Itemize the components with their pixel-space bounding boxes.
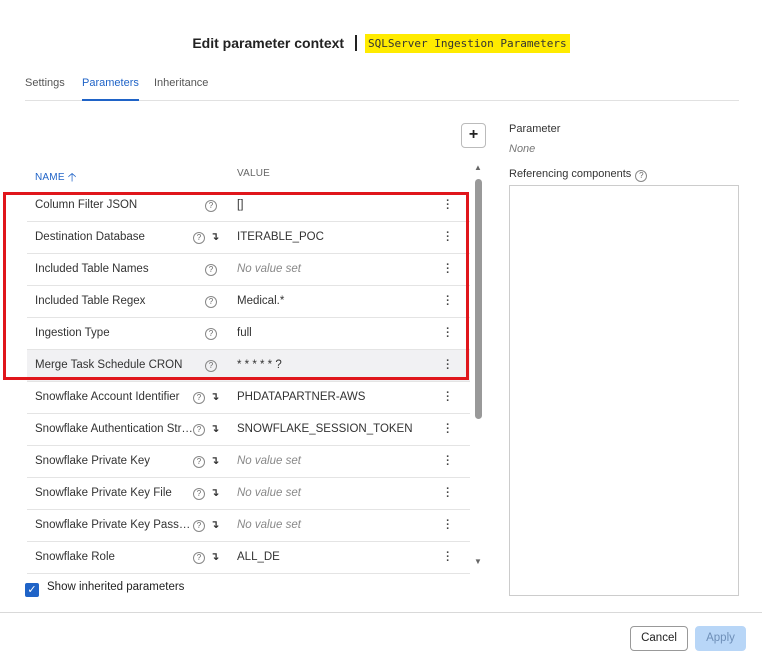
column-header-name-label: NAME	[35, 172, 65, 183]
title-separator	[354, 35, 357, 51]
parameter-value: SNOWFLAKE_SESSION_TOKEN	[237, 423, 413, 435]
inherited-arrow-icon: ↴	[210, 455, 220, 467]
footer-divider	[0, 612, 762, 613]
checkmark-icon: ✓	[25, 583, 39, 597]
tab-settings[interactable]: Settings	[25, 77, 65, 101]
parameter-value: ALL_DE	[237, 551, 280, 563]
dialog-title-row: Edit parameter context SQLServer Ingesti…	[0, 34, 762, 53]
table-row[interactable]: Snowflake Account Identifier? ↴ PHDATAPART…	[27, 382, 470, 414]
show-inherited-checkbox[interactable]: ✓ Show inherited parameters	[25, 581, 184, 597]
parameter-value: No value set	[237, 455, 301, 467]
add-parameter-button[interactable]: +	[461, 123, 486, 148]
more-options-icon[interactable]: · · ·	[446, 484, 450, 503]
more-options-icon[interactable]: · · ·	[446, 420, 450, 439]
table-row[interactable]: Snowflake Private Key File? ↴ No value set…	[27, 478, 470, 510]
table-row[interactable]: Snowflake Authentication Strategy? ↴ SNOWF…	[27, 414, 470, 446]
parameter-name: Snowflake Private Key Password	[35, 519, 193, 531]
parameter-value: No value set	[237, 487, 301, 499]
tab-parameters[interactable]: Parameters	[82, 77, 139, 101]
help-icon[interactable]: ?	[193, 488, 205, 500]
column-header-name[interactable]: NAME 🡡	[35, 168, 77, 189]
parameter-name: Snowflake Account Identifier	[35, 391, 180, 403]
more-options-icon[interactable]: · · ·	[446, 388, 450, 407]
tab-bar: Settings Parameters Inheritance	[25, 77, 739, 101]
parameter-context-name: SQLServer Ingestion Parameters	[364, 34, 570, 53]
parameter-label: Parameter	[509, 123, 561, 135]
table-scrollbar[interactable]: ▲ ▼	[474, 163, 484, 568]
plus-icon: +	[468, 126, 479, 143]
referencing-components-label: Referencing components	[509, 168, 632, 180]
parameter-value: None	[509, 143, 536, 155]
help-icon[interactable]: ?	[193, 392, 205, 404]
parameter-name: Snowflake Private Key File	[35, 487, 172, 499]
help-icon[interactable]: ?	[635, 170, 648, 182]
scroll-up-arrow-icon[interactable]: ▲	[474, 163, 482, 172]
referencing-components-box	[509, 185, 739, 596]
parameter-name: Snowflake Authentication Strategy	[35, 423, 193, 435]
cancel-button[interactable]: Cancel	[630, 626, 688, 651]
table-row[interactable]: Snowflake Private Key Password? ↴ No value…	[27, 510, 470, 542]
parameter-value: No value set	[237, 519, 301, 531]
more-options-icon[interactable]: · · ·	[446, 516, 450, 535]
inherited-arrow-icon: ↴	[210, 487, 220, 499]
help-icon[interactable]: ?	[193, 520, 205, 532]
help-icon[interactable]: ?	[193, 424, 205, 436]
sort-ascending-icon: 🡡	[67, 170, 77, 184]
inherited-arrow-icon: ↴	[210, 391, 220, 403]
inherited-arrow-icon: ↴	[210, 551, 220, 563]
tab-inheritance[interactable]: Inheritance	[154, 77, 208, 101]
inherited-arrow-icon: ↴	[210, 519, 220, 531]
scroll-thumb[interactable]	[475, 179, 482, 419]
column-header-value: VALUE	[237, 168, 271, 179]
help-icon[interactable]: ?	[193, 456, 205, 468]
referencing-components-heading: Referencing components?	[509, 168, 648, 182]
annotation-highlight-box	[3, 192, 469, 380]
more-options-icon[interactable]: · · ·	[446, 452, 450, 471]
parameter-name: Snowflake Private Key	[35, 455, 151, 467]
show-inherited-label: Show inherited parameters	[47, 581, 185, 593]
scroll-down-arrow-icon[interactable]: ▼	[474, 557, 482, 566]
apply-button[interactable]: Apply	[695, 626, 746, 651]
more-options-icon[interactable]: · · ·	[446, 548, 450, 567]
table-row[interactable]: Snowflake Role? ↴ ALL_DE · · ·	[27, 542, 470, 574]
dialog-title: Edit parameter context	[192, 35, 345, 51]
table-row[interactable]: Snowflake Private Key? ↴ No value set · · ·	[27, 446, 470, 478]
parameter-value: PHDATAPARTNER-AWS	[237, 391, 366, 403]
help-icon[interactable]: ?	[193, 552, 205, 564]
inherited-arrow-icon: ↴	[210, 423, 220, 435]
parameter-name: Snowflake Role	[35, 551, 115, 563]
